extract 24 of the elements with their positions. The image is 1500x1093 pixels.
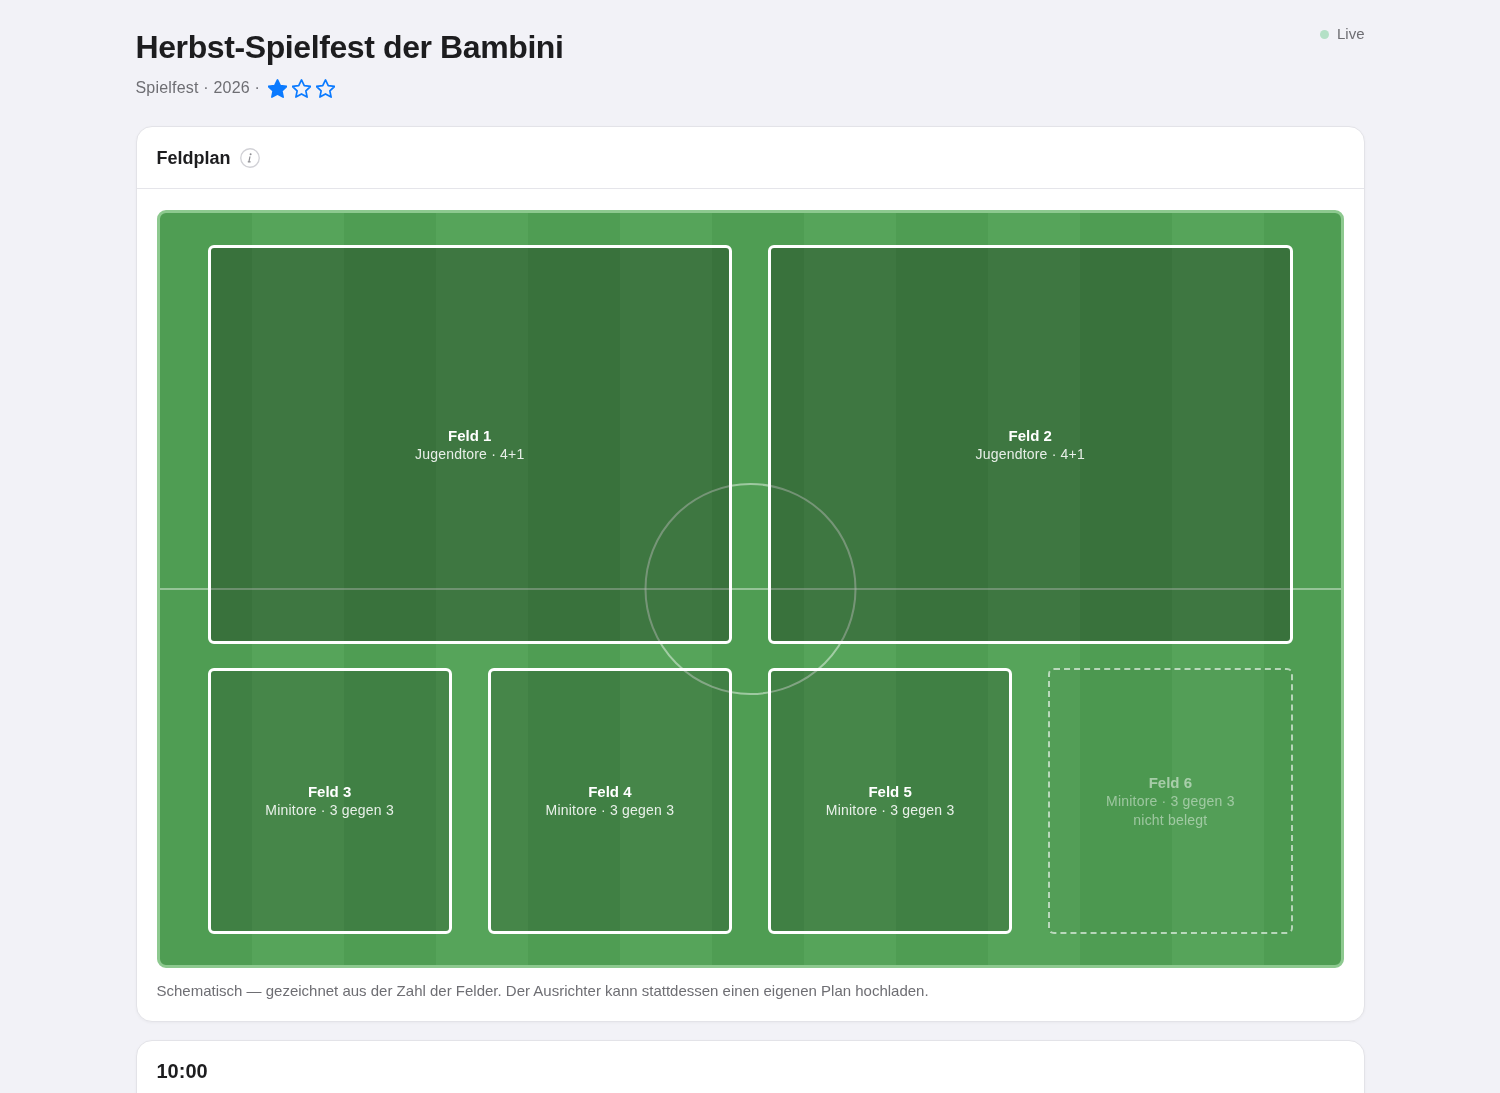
field-name: Feld 4 (588, 782, 632, 801)
plan-caption: Schematisch — gezeichnet aus der Zahl der Felder. Der Ausrichter kann stattdessen einen eigenen Plan hochladen. (156, 981, 930, 1001)
field-detail: Minitore · 3 gegen 3 (1106, 791, 1235, 811)
star-filled-icon (268, 78, 288, 98)
field-detail: Jugendtore · 4+1 (415, 444, 525, 464)
info-icon (239, 147, 260, 168)
status-label: Live (1336, 24, 1365, 44)
field-detail: Minitore · 3 gegen 3 (825, 801, 955, 820)
field-status: nicht belegt (1133, 810, 1208, 830)
field-name: Feld 5 (868, 782, 912, 801)
field-detail: Minitore · 3 gegen 3 (265, 801, 394, 820)
field-detail: Minitore · 3 gegen 3 (545, 801, 675, 820)
info-button[interactable] (239, 147, 260, 168)
field-name: Feld 2 (1008, 425, 1052, 445)
time-heading: 10:00 (156, 1060, 208, 1082)
star-outline-icon (316, 78, 336, 98)
field-name: Feld 6 (1148, 772, 1193, 792)
field-detail: Jugendtore · 4+1 (975, 444, 1085, 464)
page-title: Herbst-Spielfest der Bambini (135, 28, 564, 66)
star-outline-icon (292, 78, 312, 98)
field-name: Feld 1 (448, 425, 492, 445)
field-name: Feld 3 (307, 782, 352, 801)
card-title: Feldplan (156, 146, 231, 170)
event-meta: Spielfest · 2026 · (135, 78, 261, 98)
